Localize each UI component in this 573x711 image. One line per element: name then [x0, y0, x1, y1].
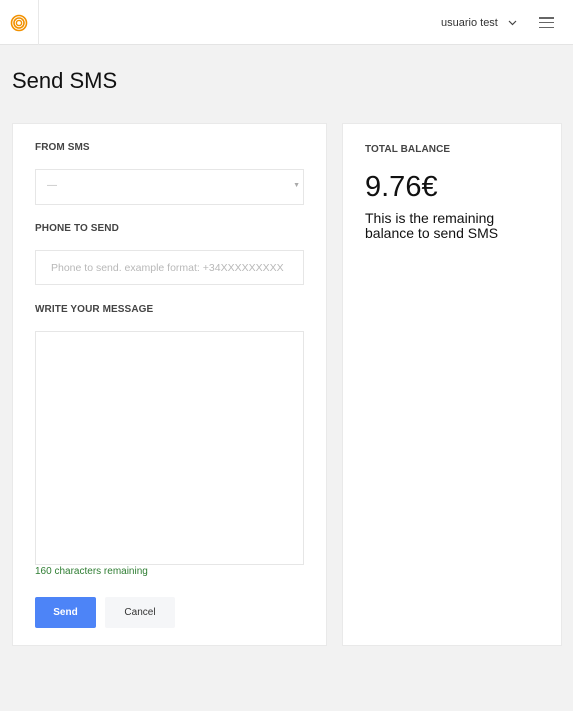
page-title: Send SMS — [12, 68, 118, 93]
logo-icon — [10, 14, 28, 31]
message-label: WRITE YOUR MESSAGE — [35, 304, 154, 315]
phone-to-send-label: PHONE TO SEND — [35, 223, 119, 234]
send-button[interactable]: Send — [35, 597, 96, 628]
from-sms-value: — — [47, 180, 57, 191]
send-sms-form-card: FROM SMS — ▼ PHONE TO SEND WRITE YOUR ME… — [12, 123, 327, 646]
chevron-down-icon — [508, 20, 517, 26]
balance-description: This is the remaining balance to send SM… — [365, 210, 499, 241]
balance-card: TOTAL BALANCE 9.76€ This is the remainin… — [342, 123, 562, 646]
hamburger-line — [539, 26, 554, 28]
phone-input[interactable] — [36, 251, 303, 284]
characters-remaining: 160 characters remaining — [35, 566, 148, 577]
hamburger-line — [539, 17, 554, 19]
hamburger-menu-icon[interactable] — [539, 17, 554, 28]
balance-value: 9.76€ — [365, 171, 438, 203]
from-sms-label: FROM SMS — [35, 142, 90, 153]
phone-field — [35, 250, 304, 285]
top-bar: usuario test — [0, 0, 573, 45]
user-menu[interactable]: usuario test — [441, 15, 517, 31]
caret-down-icon: ▼ — [293, 182, 300, 189]
hamburger-line — [539, 21, 554, 24]
message-textarea[interactable] — [36, 332, 303, 564]
cancel-button[interactable]: Cancel — [105, 597, 175, 628]
total-balance-label: TOTAL BALANCE — [365, 144, 451, 155]
from-sms-select[interactable]: — ▼ — [35, 169, 304, 205]
user-name: usuario test — [441, 17, 498, 29]
logo-cell[interactable] — [0, 0, 39, 45]
message-field — [35, 331, 304, 565]
